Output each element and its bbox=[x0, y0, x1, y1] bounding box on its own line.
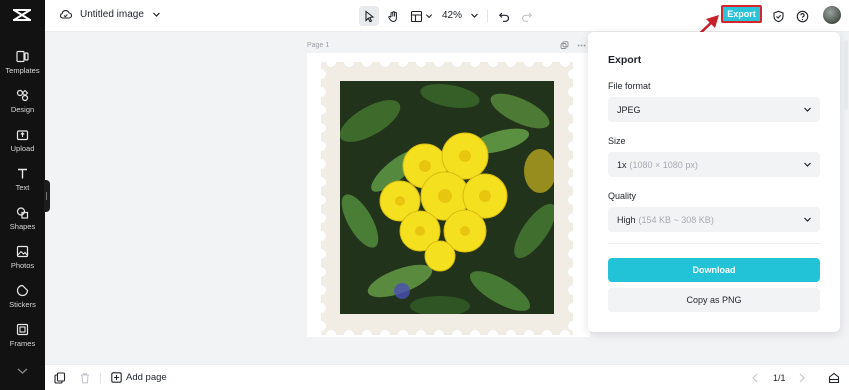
help-circle-icon bbox=[796, 10, 808, 22]
undo-icon bbox=[498, 12, 509, 22]
user-avatar[interactable] bbox=[823, 6, 841, 24]
sidebar-item-photos[interactable]: Photos bbox=[0, 242, 45, 278]
next-page-icon[interactable] bbox=[797, 372, 807, 384]
sidebar-item-text[interactable]: Text bbox=[0, 164, 45, 200]
download-button[interactable]: Download bbox=[608, 258, 820, 282]
sidebar-item-frames[interactable]: Frames bbox=[0, 320, 45, 356]
page-actions bbox=[560, 41, 586, 50]
sidebar-item-label: Text bbox=[15, 183, 30, 192]
redo-button[interactable] bbox=[517, 6, 535, 26]
sidebar-item-label: Frames bbox=[9, 339, 36, 348]
zoom-chevron-down-icon[interactable] bbox=[470, 11, 479, 20]
shapes-icon bbox=[16, 207, 29, 219]
trash-icon[interactable] bbox=[79, 372, 91, 384]
sidebar-item-templates[interactable]: Templates bbox=[0, 47, 45, 83]
chevron-down-icon bbox=[152, 12, 160, 17]
top-bar: Untitled image 42% Export bbox=[45, 0, 849, 43]
more-tools-icon[interactable] bbox=[16, 366, 29, 376]
page-label: Page 1 bbox=[307, 42, 330, 49]
bottom-bar: Add page 1/1 bbox=[45, 364, 849, 390]
chevron-down-icon bbox=[804, 162, 811, 167]
export-panel-title: Export bbox=[608, 54, 642, 66]
copy-as-png-button[interactable]: Copy as PNG bbox=[608, 288, 820, 312]
add-page-label: Add page bbox=[126, 372, 167, 383]
sidebar-collapse-handle[interactable] bbox=[44, 180, 50, 212]
grid-view-icon[interactable] bbox=[828, 372, 840, 384]
text-icon bbox=[18, 168, 27, 179]
sidebar-item-stickers[interactable]: Stickers bbox=[0, 281, 45, 317]
left-sidebar: Templates Design Upload Text Shapes Phot… bbox=[0, 0, 45, 390]
design-icon bbox=[16, 89, 29, 102]
size-value: 1x bbox=[617, 159, 627, 170]
stickers-icon bbox=[16, 284, 29, 297]
previous-page-icon[interactable] bbox=[750, 372, 760, 384]
undo-button[interactable] bbox=[495, 6, 513, 26]
yellow-flower-photo[interactable] bbox=[340, 81, 554, 314]
upload-icon bbox=[16, 130, 29, 141]
size-detail: (1080 × 1080 px) bbox=[629, 159, 698, 170]
sidebar-item-label: Templates bbox=[5, 66, 40, 75]
sidebar-item-label: Photos bbox=[10, 261, 35, 270]
add-page-button[interactable]: Add page bbox=[111, 372, 167, 383]
hand-icon bbox=[387, 10, 397, 22]
quality-label: Quality bbox=[608, 191, 637, 201]
file-format-label: File format bbox=[608, 81, 651, 91]
export-button[interactable]: Export bbox=[721, 5, 762, 23]
bottom-divider bbox=[100, 373, 101, 384]
security-button[interactable] bbox=[769, 6, 787, 26]
redo-icon bbox=[521, 12, 532, 22]
sidebar-item-design[interactable]: Design bbox=[0, 86, 45, 122]
quality-select[interactable]: High (154 KB ~ 308 KB) bbox=[608, 207, 820, 232]
hand-tool-button[interactable] bbox=[383, 6, 403, 26]
quality-value: High bbox=[617, 214, 636, 225]
page-counter: 1/1 bbox=[773, 373, 786, 383]
chevron-down-icon bbox=[804, 107, 811, 112]
select-tool-button[interactable] bbox=[359, 6, 379, 26]
size-select[interactable]: 1x (1080 × 1080 px) bbox=[608, 152, 820, 177]
pages-panel-icon[interactable] bbox=[54, 372, 66, 384]
photos-icon bbox=[16, 245, 29, 258]
vertical-scrollbar[interactable] bbox=[844, 40, 848, 110]
chevron-down-icon bbox=[425, 14, 432, 19]
document-title: Untitled image bbox=[80, 8, 144, 20]
shield-check-icon bbox=[772, 10, 784, 22]
sidebar-item-label: Stickers bbox=[9, 300, 36, 309]
sidebar-item-upload[interactable]: Upload bbox=[0, 125, 45, 161]
more-options-icon[interactable] bbox=[577, 41, 586, 50]
flower-image-icon bbox=[340, 81, 554, 314]
cloud-sync-icon bbox=[60, 10, 72, 19]
quality-detail: (154 KB ~ 308 KB) bbox=[638, 214, 714, 225]
zoom-level[interactable]: 42% bbox=[442, 10, 462, 21]
sidebar-item-label: Design bbox=[10, 105, 35, 114]
size-label: Size bbox=[608, 136, 626, 146]
file-format-value: JPEG bbox=[617, 104, 641, 115]
file-format-select[interactable]: JPEG bbox=[608, 97, 820, 122]
sidebar-item-label: Upload bbox=[10, 144, 35, 153]
sidebar-item-label: Shapes bbox=[9, 222, 36, 231]
frames-icon bbox=[16, 323, 29, 336]
duplicate-page-icon[interactable] bbox=[560, 41, 569, 50]
document-title-group[interactable]: Untitled image bbox=[59, 8, 161, 20]
panel-divider bbox=[608, 243, 820, 244]
templates-icon bbox=[16, 50, 29, 63]
layout-tool-button[interactable] bbox=[408, 6, 434, 26]
add-page-icon bbox=[111, 372, 122, 383]
export-panel: Export File format JPEG Size 1x (1080 × … bbox=[588, 32, 840, 332]
help-button[interactable] bbox=[793, 6, 811, 26]
toolbar-divider bbox=[487, 10, 488, 22]
capcut-logo-icon[interactable] bbox=[11, 6, 33, 24]
chevron-down-icon bbox=[804, 217, 811, 222]
sidebar-item-shapes[interactable]: Shapes bbox=[0, 203, 45, 239]
cursor-arrow-icon bbox=[364, 9, 374, 22]
layout-grid-icon bbox=[410, 10, 422, 22]
